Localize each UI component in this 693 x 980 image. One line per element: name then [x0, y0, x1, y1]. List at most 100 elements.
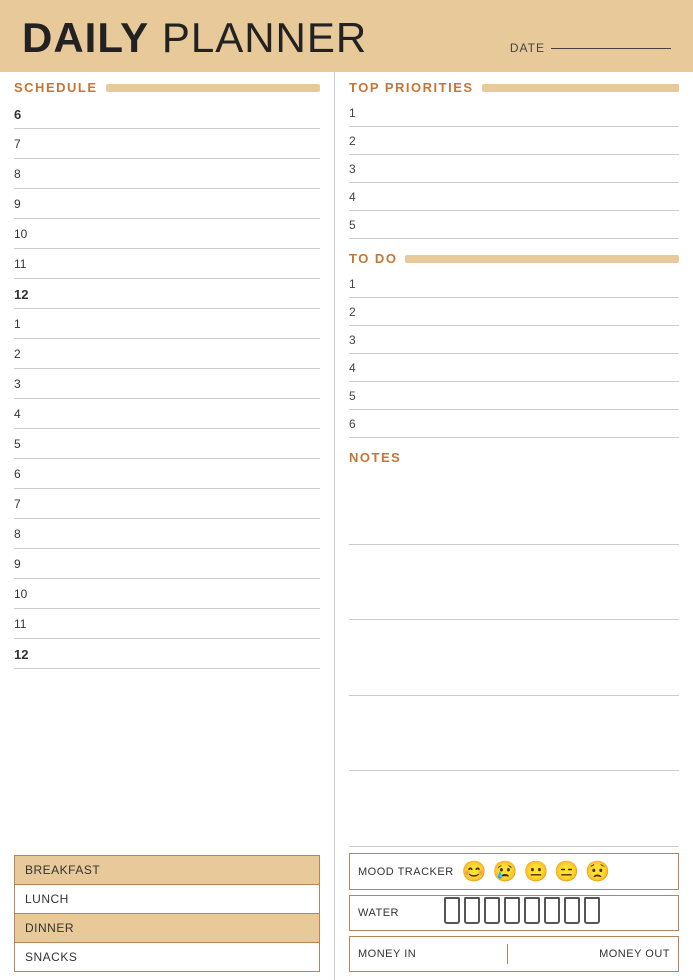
meals-section: BREAKFASTLUNCHDINNERSNACKS: [0, 847, 334, 980]
schedule-item[interactable]: 12: [14, 279, 320, 309]
schedule-time: 10: [14, 227, 36, 241]
mood-tracker-label: MOOD TRACKER: [358, 866, 454, 878]
schedule-item[interactable]: 12: [14, 639, 320, 669]
schedule-time: 11: [14, 617, 36, 631]
item-number: 5: [349, 218, 361, 232]
daily-planner: DAILY PLANNER DATE SCHEDULE 678910111212…: [0, 0, 693, 980]
left-column: SCHEDULE 6789101112123456789101112 BREAK…: [0, 72, 335, 980]
todo-item[interactable]: 1: [349, 270, 679, 298]
schedule-item[interactable]: 6: [14, 459, 320, 489]
schedule-item[interactable]: 7: [14, 129, 320, 159]
notes-section: NOTES: [335, 442, 693, 847]
notes-line[interactable]: [349, 545, 679, 621]
meal-row[interactable]: LUNCH: [15, 885, 319, 914]
priority-item[interactable]: 5: [349, 211, 679, 239]
meal-row[interactable]: DINNER: [15, 914, 319, 943]
money-divider: [507, 944, 509, 964]
schedule-item[interactable]: 11: [14, 249, 320, 279]
schedule-time: 9: [14, 557, 36, 571]
water-cup[interactable]: [564, 902, 580, 924]
notes-line[interactable]: [349, 696, 679, 772]
schedule-item[interactable]: 8: [14, 159, 320, 189]
water-cup[interactable]: [444, 902, 460, 924]
priority-item[interactable]: 1: [349, 99, 679, 127]
item-number: 5: [349, 389, 361, 403]
schedule-item[interactable]: 10: [14, 219, 320, 249]
item-number: 4: [349, 190, 361, 204]
water-cup[interactable]: [484, 902, 500, 924]
mood-face-icon[interactable]: 😐: [523, 859, 548, 884]
mood-face-icon[interactable]: 😟: [585, 859, 610, 884]
water-cups: [444, 902, 600, 924]
schedule-time: 4: [14, 407, 36, 421]
schedule-label: SCHEDULE: [14, 80, 98, 95]
item-number: 3: [349, 162, 361, 176]
todo-item[interactable]: 3: [349, 326, 679, 354]
meal-row[interactable]: BREAKFAST: [15, 856, 319, 885]
schedule-time: 12: [14, 647, 36, 662]
trackers-section: MOOD TRACKER 😊😢😐😑😟 WATER MONEY IN MONEY …: [335, 847, 693, 980]
schedule-time: 2: [14, 347, 36, 361]
mood-icons: 😊😢😐😑😟: [462, 859, 611, 884]
todo-item[interactable]: 4: [349, 354, 679, 382]
schedule-time: 7: [14, 137, 36, 151]
todo-item[interactable]: 5: [349, 382, 679, 410]
schedule-item[interactable]: 1: [14, 309, 320, 339]
item-number: 1: [349, 277, 361, 291]
water-cup[interactable]: [544, 902, 560, 924]
date-field[interactable]: DATE: [510, 41, 671, 55]
notes-line[interactable]: [349, 771, 679, 847]
schedule-item[interactable]: 5: [14, 429, 320, 459]
priorities-section: TOP PRIORITIES 1 2 3 4 5: [335, 72, 693, 243]
water-cup[interactable]: [584, 902, 600, 924]
item-number: 2: [349, 134, 361, 148]
mood-face-icon[interactable]: 😊: [462, 859, 487, 884]
notes-line[interactable]: [349, 620, 679, 696]
notes-line[interactable]: [349, 469, 679, 545]
notes-label: NOTES: [335, 442, 693, 469]
water-cup[interactable]: [524, 902, 540, 924]
schedule-item[interactable]: 8: [14, 519, 320, 549]
schedule-item[interactable]: 11: [14, 609, 320, 639]
right-column: TOP PRIORITIES 12345 TO DO 123456 NOTES: [335, 72, 693, 980]
meals-box: BREAKFASTLUNCHDINNERSNACKS: [14, 855, 320, 972]
todo-list: 123456: [335, 270, 693, 438]
mood-face-icon[interactable]: 😑: [554, 859, 579, 884]
priority-item[interactable]: 3: [349, 155, 679, 183]
schedule-item[interactable]: 2: [14, 339, 320, 369]
item-number: 4: [349, 361, 361, 375]
priority-item[interactable]: 4: [349, 183, 679, 211]
item-number: 6: [349, 417, 361, 431]
schedule-time: 3: [14, 377, 36, 391]
schedule-time: 10: [14, 587, 36, 601]
schedule-time: 8: [14, 167, 36, 181]
money-in-label: MONEY IN: [358, 948, 416, 960]
schedule-time: 5: [14, 437, 36, 451]
date-line: [551, 48, 671, 49]
schedule-item[interactable]: 10: [14, 579, 320, 609]
todo-item[interactable]: 2: [349, 298, 679, 326]
schedule-item[interactable]: 4: [14, 399, 320, 429]
schedule-item[interactable]: 6: [14, 99, 320, 129]
schedule-item[interactable]: 7: [14, 489, 320, 519]
water-cup[interactable]: [464, 902, 480, 924]
item-number: 1: [349, 106, 361, 120]
schedule-list: 6789101112123456789101112: [0, 99, 334, 669]
meal-row[interactable]: SNACKS: [15, 943, 319, 971]
schedule-time: 9: [14, 197, 36, 211]
todo-item[interactable]: 6: [349, 410, 679, 438]
schedule-bar: [106, 84, 320, 92]
title-light: PLANNER: [149, 14, 367, 61]
priorities-header: TOP PRIORITIES: [335, 72, 693, 99]
page-title: DAILY PLANNER: [22, 14, 367, 62]
schedule-time: 6: [14, 107, 36, 122]
schedule-item[interactable]: 9: [14, 549, 320, 579]
schedule-item[interactable]: 3: [14, 369, 320, 399]
mood-face-icon[interactable]: 😢: [493, 859, 518, 884]
header: DAILY PLANNER DATE: [0, 0, 693, 72]
schedule-item[interactable]: 9: [14, 189, 320, 219]
water-tracker-row: WATER: [349, 895, 679, 931]
priority-item[interactable]: 2: [349, 127, 679, 155]
water-cup[interactable]: [504, 902, 520, 924]
schedule-time: 11: [14, 257, 36, 271]
